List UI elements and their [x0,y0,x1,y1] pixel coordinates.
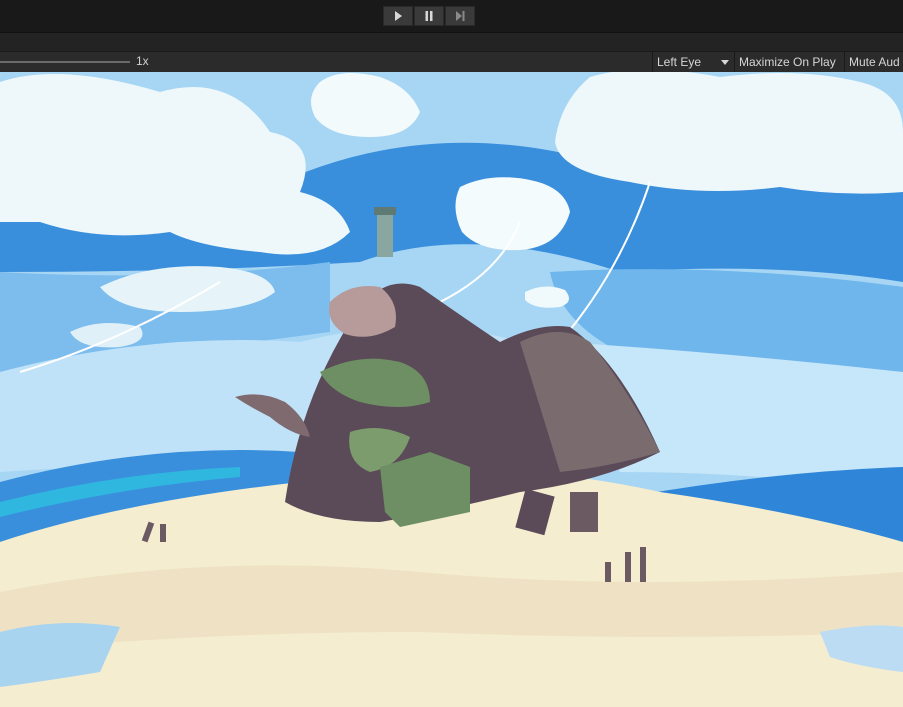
eye-dropdown[interactable]: Left Eye [652,52,734,72]
maximize-on-play-label: Maximize On Play [739,55,836,69]
scale-label: 1x [136,54,149,68]
mute-audio-label: Mute Aud [849,55,900,69]
post-5 [160,524,166,542]
post-3 [640,547,646,582]
pause-button[interactable] [414,6,444,26]
rock-pillar-2 [570,492,598,532]
eye-dropdown-label: Left Eye [657,55,702,69]
lighthouse [377,212,393,257]
scale-slider[interactable] [0,61,130,63]
pause-icon [425,11,433,21]
game-view-toolbar: 1x Left Eye Maximize On Play Mute Aud [0,51,903,73]
playback-controls [383,6,475,26]
step-icon [456,11,465,21]
post-1 [605,562,611,582]
island-scene [0,72,903,707]
top-toolbar [0,0,903,33]
post-2 [625,552,631,582]
step-button[interactable] [445,6,475,26]
game-viewport[interactable] [0,72,903,707]
cloud-top-right [555,72,903,194]
play-icon [395,11,402,21]
chevron-down-icon [721,60,729,65]
lighthouse-top [374,207,396,215]
play-button[interactable] [383,6,413,26]
maximize-on-play-button[interactable]: Maximize On Play [734,52,844,72]
sub-toolbar [0,33,903,51]
mute-audio-button[interactable]: Mute Aud [844,52,903,72]
